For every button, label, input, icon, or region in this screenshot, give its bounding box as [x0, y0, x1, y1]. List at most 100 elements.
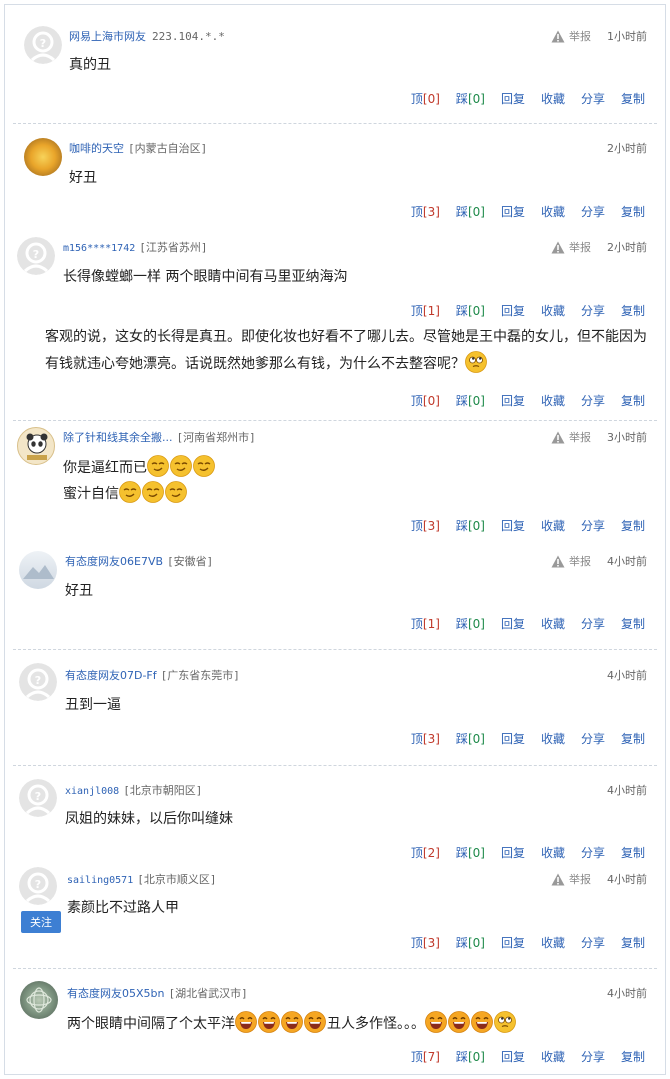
- comment-text: 丑到一逼: [65, 697, 121, 713]
- favorite-button[interactable]: 收藏: [541, 615, 565, 632]
- copy-button[interactable]: 复制: [621, 615, 645, 632]
- share-button[interactable]: 分享: [581, 615, 605, 632]
- report-button[interactable]: 举报: [551, 28, 591, 44]
- report-button[interactable]: 举报: [551, 871, 591, 887]
- favorite-button[interactable]: 收藏: [541, 934, 565, 951]
- eye-roll-emoji-icon: [465, 351, 487, 373]
- up-button[interactable]: 顶[3]: [411, 517, 440, 534]
- up-button[interactable]: 顶[0]: [411, 90, 440, 107]
- avatar[interactable]: [17, 237, 55, 275]
- favorite-button[interactable]: 收藏: [541, 1048, 565, 1065]
- copy-button[interactable]: 复制: [621, 517, 645, 534]
- up-button[interactable]: 顶[3]: [411, 730, 440, 747]
- avatar[interactable]: [19, 663, 57, 701]
- comment-meta: 4小时前: [607, 782, 647, 798]
- down-button[interactable]: 踩[0]: [456, 203, 485, 220]
- favorite-button[interactable]: 收藏: [541, 90, 565, 107]
- up-button[interactable]: 顶[3]: [411, 934, 440, 951]
- report-button[interactable]: 举报: [551, 239, 591, 255]
- reply-button[interactable]: 回复: [501, 615, 525, 632]
- favorite-button[interactable]: 收藏: [541, 203, 565, 220]
- up-button[interactable]: 顶[0]: [411, 392, 440, 409]
- avatar[interactable]: [24, 138, 62, 176]
- favorite-button[interactable]: 收藏: [541, 517, 565, 534]
- username-link[interactable]: 咖啡的天空: [69, 142, 124, 155]
- down-button[interactable]: 踩[0]: [456, 844, 485, 861]
- favorite-button[interactable]: 收藏: [541, 302, 565, 319]
- down-button[interactable]: 踩[0]: [456, 934, 485, 951]
- up-button[interactable]: 顶[1]: [411, 302, 440, 319]
- username-link[interactable]: m156****1742: [63, 243, 135, 254]
- warning-icon: [551, 431, 565, 444]
- username-link[interactable]: xianjl008: [65, 786, 119, 797]
- favorite-button[interactable]: 收藏: [541, 730, 565, 747]
- reply-button[interactable]: 回复: [501, 203, 525, 220]
- up-button[interactable]: 顶[2]: [411, 844, 440, 861]
- avatar[interactable]: [19, 867, 57, 905]
- avatar[interactable]: [24, 26, 62, 64]
- user-info: 除了针和线其余全搬... [河南省郑州市]: [63, 429, 256, 445]
- user-location: [广东省东莞市]: [160, 669, 240, 682]
- up-button[interactable]: 顶[1]: [411, 615, 440, 632]
- reply-button[interactable]: 回复: [501, 517, 525, 534]
- down-button[interactable]: 踩[0]: [456, 90, 485, 107]
- down-button[interactable]: 踩[0]: [456, 302, 485, 319]
- comment-text: 凤姐的妹妹，以后你叫缝妹: [65, 811, 233, 827]
- reply-button[interactable]: 回复: [501, 302, 525, 319]
- down-button[interactable]: 踩[0]: [456, 615, 485, 632]
- share-button[interactable]: 分享: [581, 730, 605, 747]
- favorite-button[interactable]: 收藏: [541, 844, 565, 861]
- down-button[interactable]: 踩[0]: [456, 1048, 485, 1065]
- copy-button[interactable]: 复制: [621, 203, 645, 220]
- user-info: 咖啡的天空 [内蒙古自治区]: [69, 140, 207, 156]
- share-button[interactable]: 分享: [581, 392, 605, 409]
- up-button[interactable]: 顶[3]: [411, 203, 440, 220]
- reply-button[interactable]: 回复: [501, 392, 525, 409]
- comment-text: 真的丑: [69, 57, 111, 73]
- smug-emoji-icon: [170, 455, 192, 477]
- username-link[interactable]: 除了针和线其余全搬...: [63, 431, 173, 444]
- username-link[interactable]: 有态度网友05X5bn: [67, 987, 165, 1000]
- comment-text-line-2: 有钱就违心夸她漂亮。话说既然她爹那么有钱，为什么不去整容呢？: [45, 351, 488, 377]
- share-button[interactable]: 分享: [581, 203, 605, 220]
- copy-button[interactable]: 复制: [621, 392, 645, 409]
- favorite-button[interactable]: 收藏: [541, 392, 565, 409]
- reply-button[interactable]: 回复: [501, 90, 525, 107]
- username-link[interactable]: 有态度网友07D-Ff: [65, 669, 157, 682]
- username-link[interactable]: sailing0571: [67, 875, 133, 886]
- share-button[interactable]: 分享: [581, 1048, 605, 1065]
- reply-button[interactable]: 回复: [501, 934, 525, 951]
- share-button[interactable]: 分享: [581, 302, 605, 319]
- reply-button[interactable]: 回复: [501, 1048, 525, 1065]
- avatar[interactable]: [20, 981, 58, 1019]
- timestamp: 4小时前: [607, 784, 647, 797]
- share-button[interactable]: 分享: [581, 90, 605, 107]
- username-link[interactable]: 网易上海市网友: [69, 30, 146, 43]
- copy-button[interactable]: 复制: [621, 90, 645, 107]
- default-avatar-icon: [19, 779, 57, 817]
- down-button[interactable]: 踩[0]: [456, 730, 485, 747]
- down-button[interactable]: 踩[0]: [456, 392, 485, 409]
- share-button[interactable]: 分享: [581, 844, 605, 861]
- reply-button[interactable]: 回复: [501, 844, 525, 861]
- default-avatar-icon: [19, 867, 57, 905]
- copy-button[interactable]: 复制: [621, 844, 645, 861]
- copy-button[interactable]: 复制: [621, 934, 645, 951]
- reply-button[interactable]: 回复: [501, 730, 525, 747]
- avatar[interactable]: [17, 427, 55, 465]
- share-button[interactable]: 分享: [581, 934, 605, 951]
- report-button[interactable]: 举报: [551, 429, 591, 445]
- avatar[interactable]: [19, 551, 57, 589]
- up-button[interactable]: 顶[7]: [411, 1048, 440, 1065]
- share-button[interactable]: 分享: [581, 517, 605, 534]
- copy-button[interactable]: 复制: [621, 302, 645, 319]
- report-button[interactable]: 举报: [551, 553, 591, 569]
- avatar[interactable]: [19, 779, 57, 817]
- follow-button[interactable]: 关注: [21, 911, 61, 933]
- copy-button[interactable]: 复制: [621, 730, 645, 747]
- username-link[interactable]: 有态度网友06E7VB: [65, 555, 163, 568]
- warning-icon: [551, 241, 565, 254]
- down-button[interactable]: 踩[0]: [456, 517, 485, 534]
- copy-button[interactable]: 复制: [621, 1048, 645, 1065]
- laugh-emoji-icon: [471, 1011, 493, 1033]
